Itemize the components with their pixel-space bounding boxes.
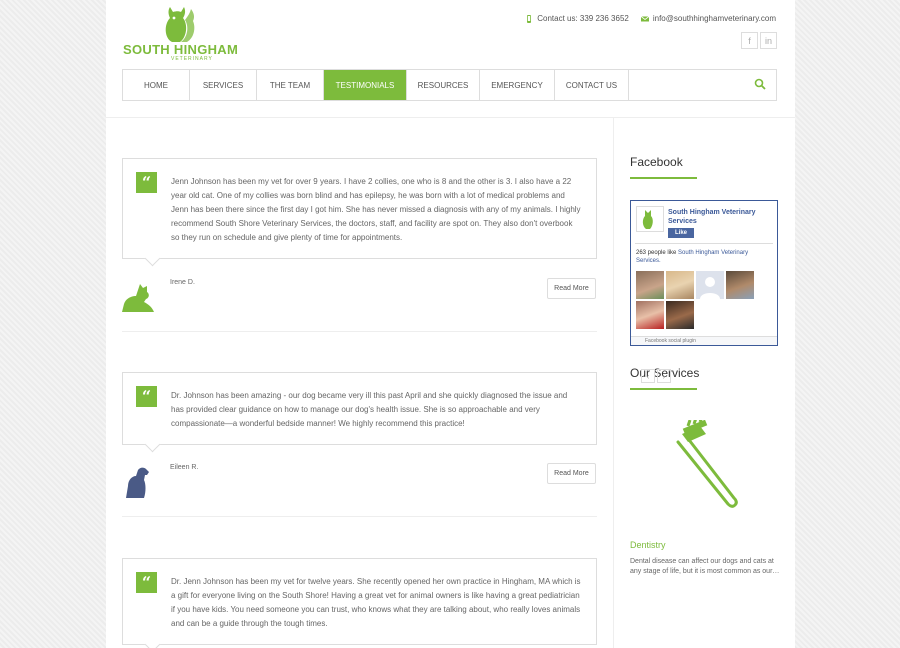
- header-divider: [106, 117, 795, 118]
- service-description: Dental disease can affect our dogs and c…: [630, 558, 780, 575]
- fb-divider: [635, 243, 773, 244]
- testimonial-card: “ Jenn Johnson has been my vet for over …: [122, 158, 597, 259]
- heading-underline: [630, 177, 697, 179]
- nav-services[interactable]: SERVICES: [190, 70, 257, 100]
- logo-pets-icon: [165, 7, 195, 42]
- facebook-heading: Facebook: [630, 155, 683, 169]
- phone-text: Contact us: 339 236 3652: [537, 14, 629, 23]
- quote-icon: “: [136, 172, 157, 193]
- heading-underline: [630, 388, 697, 390]
- nav-home[interactable]: HOME: [123, 70, 190, 100]
- site-logo[interactable]: SOUTH HINGHAM VETERINARY: [123, 4, 238, 66]
- testimonial-author: Irene D.: [170, 279, 195, 286]
- logo-name: SOUTH HINGHAM: [123, 42, 239, 57]
- header-contact: Contact us: 339 236 3652 info@southhingh…: [525, 14, 776, 23]
- fan-avatar[interactable]: [696, 271, 724, 299]
- nav-the-team[interactable]: THE TEAM: [257, 70, 324, 100]
- email-contact[interactable]: info@southhinghamveterinary.com: [640, 14, 776, 23]
- testimonial-card: “ Dr. Jenn Johnson has been my vet for t…: [122, 558, 597, 645]
- nav-testimonials[interactable]: TESTIMONIALS: [324, 70, 407, 100]
- linkedin-icon[interactable]: in: [760, 32, 777, 49]
- dog-silhouette-icon: [126, 467, 149, 498]
- toothbrush-icon[interactable]: [666, 420, 746, 510]
- fb-page-name[interactable]: South Hingham Veterinary Services: [668, 208, 773, 226]
- logo-tagline: VETERINARY: [171, 56, 213, 62]
- testimonial-separator: [122, 516, 597, 517]
- testimonial-separator: [122, 331, 597, 332]
- fan-avatar[interactable]: [636, 301, 664, 329]
- search-icon[interactable]: [754, 78, 766, 90]
- fb-like-label: Like: [674, 230, 687, 236]
- carousel-arrows: ‹ ›: [641, 369, 671, 383]
- fan-avatar[interactable]: [636, 271, 664, 299]
- testimonial-text: Dr. Jenn Johnson has been my vet for twe…: [171, 577, 581, 628]
- social-links: f in: [741, 32, 777, 49]
- testimonial-author: Eileen R.: [170, 464, 199, 471]
- fb-count-prefix: 263 people like: [636, 250, 679, 256]
- nav-emergency[interactable]: EMERGENCY: [480, 70, 555, 100]
- fb-like-count: 263 people like South Hingham Veterinary…: [636, 249, 771, 265]
- testimonial-text: Dr. Johnson has been amazing - our dog b…: [171, 391, 568, 428]
- email-text: info@southhinghamveterinary.com: [652, 14, 776, 23]
- quote-icon: “: [136, 386, 157, 407]
- fb-page-logo: [636, 206, 664, 232]
- phone-icon: [527, 14, 532, 23]
- page-container: SOUTH HINGHAM VETERINARY Contact us: 339…: [106, 0, 795, 648]
- carousel-next-button[interactable]: ›: [657, 369, 671, 383]
- fb-like-button[interactable]: Like: [668, 228, 694, 238]
- fan-avatar[interactable]: [666, 271, 694, 299]
- testimonial-text: Jenn Johnson has been my vet for over 9 …: [171, 177, 581, 242]
- quote-icon: “: [136, 572, 157, 593]
- phone-contact[interactable]: Contact us: 339 236 3652: [525, 14, 629, 23]
- fan-avatar[interactable]: [726, 271, 754, 299]
- fb-plugin-footer: Facebook social plugin: [631, 336, 777, 345]
- nav-resources[interactable]: RESOURCES: [407, 70, 480, 100]
- envelope-icon: [640, 15, 649, 21]
- service-title[interactable]: Dentistry: [630, 540, 666, 550]
- facebook-icon[interactable]: f: [741, 32, 758, 49]
- sidebar-divider: [613, 117, 614, 648]
- fan-avatar[interactable]: [666, 301, 694, 329]
- carousel-prev-button[interactable]: ‹: [641, 369, 655, 383]
- fb-faces: [636, 271, 766, 329]
- read-more-button[interactable]: Read More: [547, 463, 596, 484]
- cat-silhouette-icon: [122, 284, 154, 312]
- testimonial-card: “ Dr. Johnson has been amazing - our dog…: [122, 372, 597, 445]
- nav-contact-us[interactable]: CONTACT US: [555, 70, 629, 100]
- main-nav: HOME SERVICES THE TEAM TESTIMONIALS RESO…: [122, 69, 777, 101]
- read-more-button[interactable]: Read More: [547, 278, 596, 299]
- facebook-widget[interactable]: South Hingham Veterinary Services Like 2…: [630, 200, 778, 346]
